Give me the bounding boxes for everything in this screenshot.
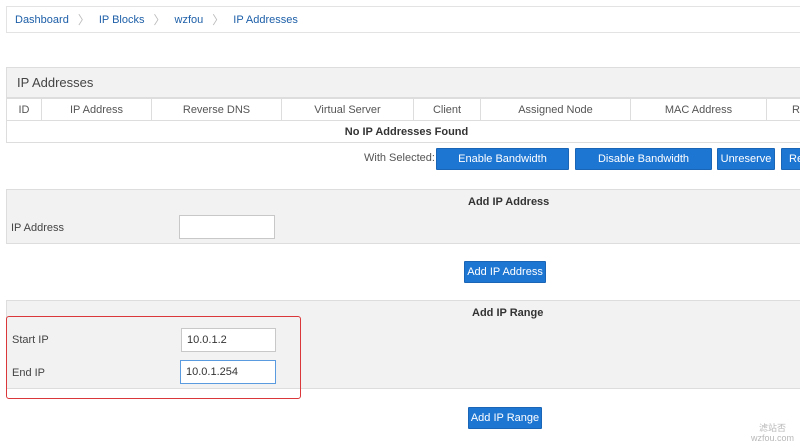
- chevron-right-icon: 〉: [212, 13, 225, 27]
- ip-address-input[interactable]: [179, 215, 275, 239]
- breadcrumb-wzfou[interactable]: wzfou: [175, 14, 204, 26]
- add-ip-range-button[interactable]: Add IP Range: [468, 407, 542, 429]
- unreserve-button[interactable]: Unreserve: [717, 148, 775, 170]
- table-header-row: ID IP Address Reverse DNS Virtual Server…: [6, 98, 800, 121]
- column-header[interactable]: Reverse DNS: [151, 98, 282, 121]
- column-header[interactable]: Client: [413, 98, 481, 121]
- breadcrumb-ip-blocks[interactable]: IP Blocks: [99, 14, 145, 26]
- watermark-url: wzfou.com: [750, 433, 794, 443]
- ip-addresses-table: ID IP Address Reverse DNS Virtual Server…: [6, 98, 800, 143]
- column-header[interactable]: R: [766, 98, 800, 121]
- add-ip-address-section: [6, 189, 800, 244]
- column-header[interactable]: Assigned Node: [480, 98, 631, 121]
- column-header[interactable]: MAC Address: [630, 98, 767, 121]
- watermark: 滤站否 wzfou.com: [751, 423, 794, 443]
- column-header[interactable]: ID: [6, 98, 42, 121]
- breadcrumb-ip-addresses[interactable]: IP Addresses: [233, 14, 298, 26]
- enable-bandwidth-counting-button[interactable]: Enable Bandwidth Counting: [436, 148, 569, 185]
- with-selected-label: With Selected:: [364, 152, 435, 164]
- highlight-annotation: [6, 316, 301, 399]
- add-ip-range-title: Add IP Range: [472, 307, 544, 319]
- ip-address-label: IP Address: [11, 222, 64, 234]
- add-ip-address-title: Add IP Address: [468, 196, 550, 208]
- add-ip-address-button[interactable]: Add IP Address: [464, 261, 546, 283]
- reserve-button[interactable]: Re: [781, 148, 800, 170]
- disable-bandwidth-counting-button[interactable]: Disable Bandwidth Counting: [575, 148, 712, 185]
- breadcrumb: Dashboard 〉 IP Blocks 〉 wzfou 〉 IP Addre…: [6, 6, 800, 33]
- content-area: Dashboard 〉 IP Blocks 〉 wzfou 〉 IP Addre…: [0, 0, 800, 447]
- column-header[interactable]: Virtual Server: [281, 98, 414, 121]
- chevron-right-icon: 〉: [77, 13, 90, 27]
- ip-addresses-title: IP Addresses: [6, 67, 800, 98]
- column-header[interactable]: IP Address: [41, 98, 152, 121]
- breadcrumb-dashboard[interactable]: Dashboard: [15, 14, 69, 26]
- empty-message-text: No IP Addresses Found: [344, 125, 469, 138]
- watermark-title: 滤站否: [758, 423, 786, 433]
- empty-message: No IP Addresses Found: [6, 120, 800, 143]
- table-row: No IP Addresses Found: [6, 120, 800, 143]
- page: Dashboard 〉 IP Blocks 〉 wzfou 〉 IP Addre…: [0, 0, 800, 447]
- chevron-right-icon: 〉: [153, 13, 166, 27]
